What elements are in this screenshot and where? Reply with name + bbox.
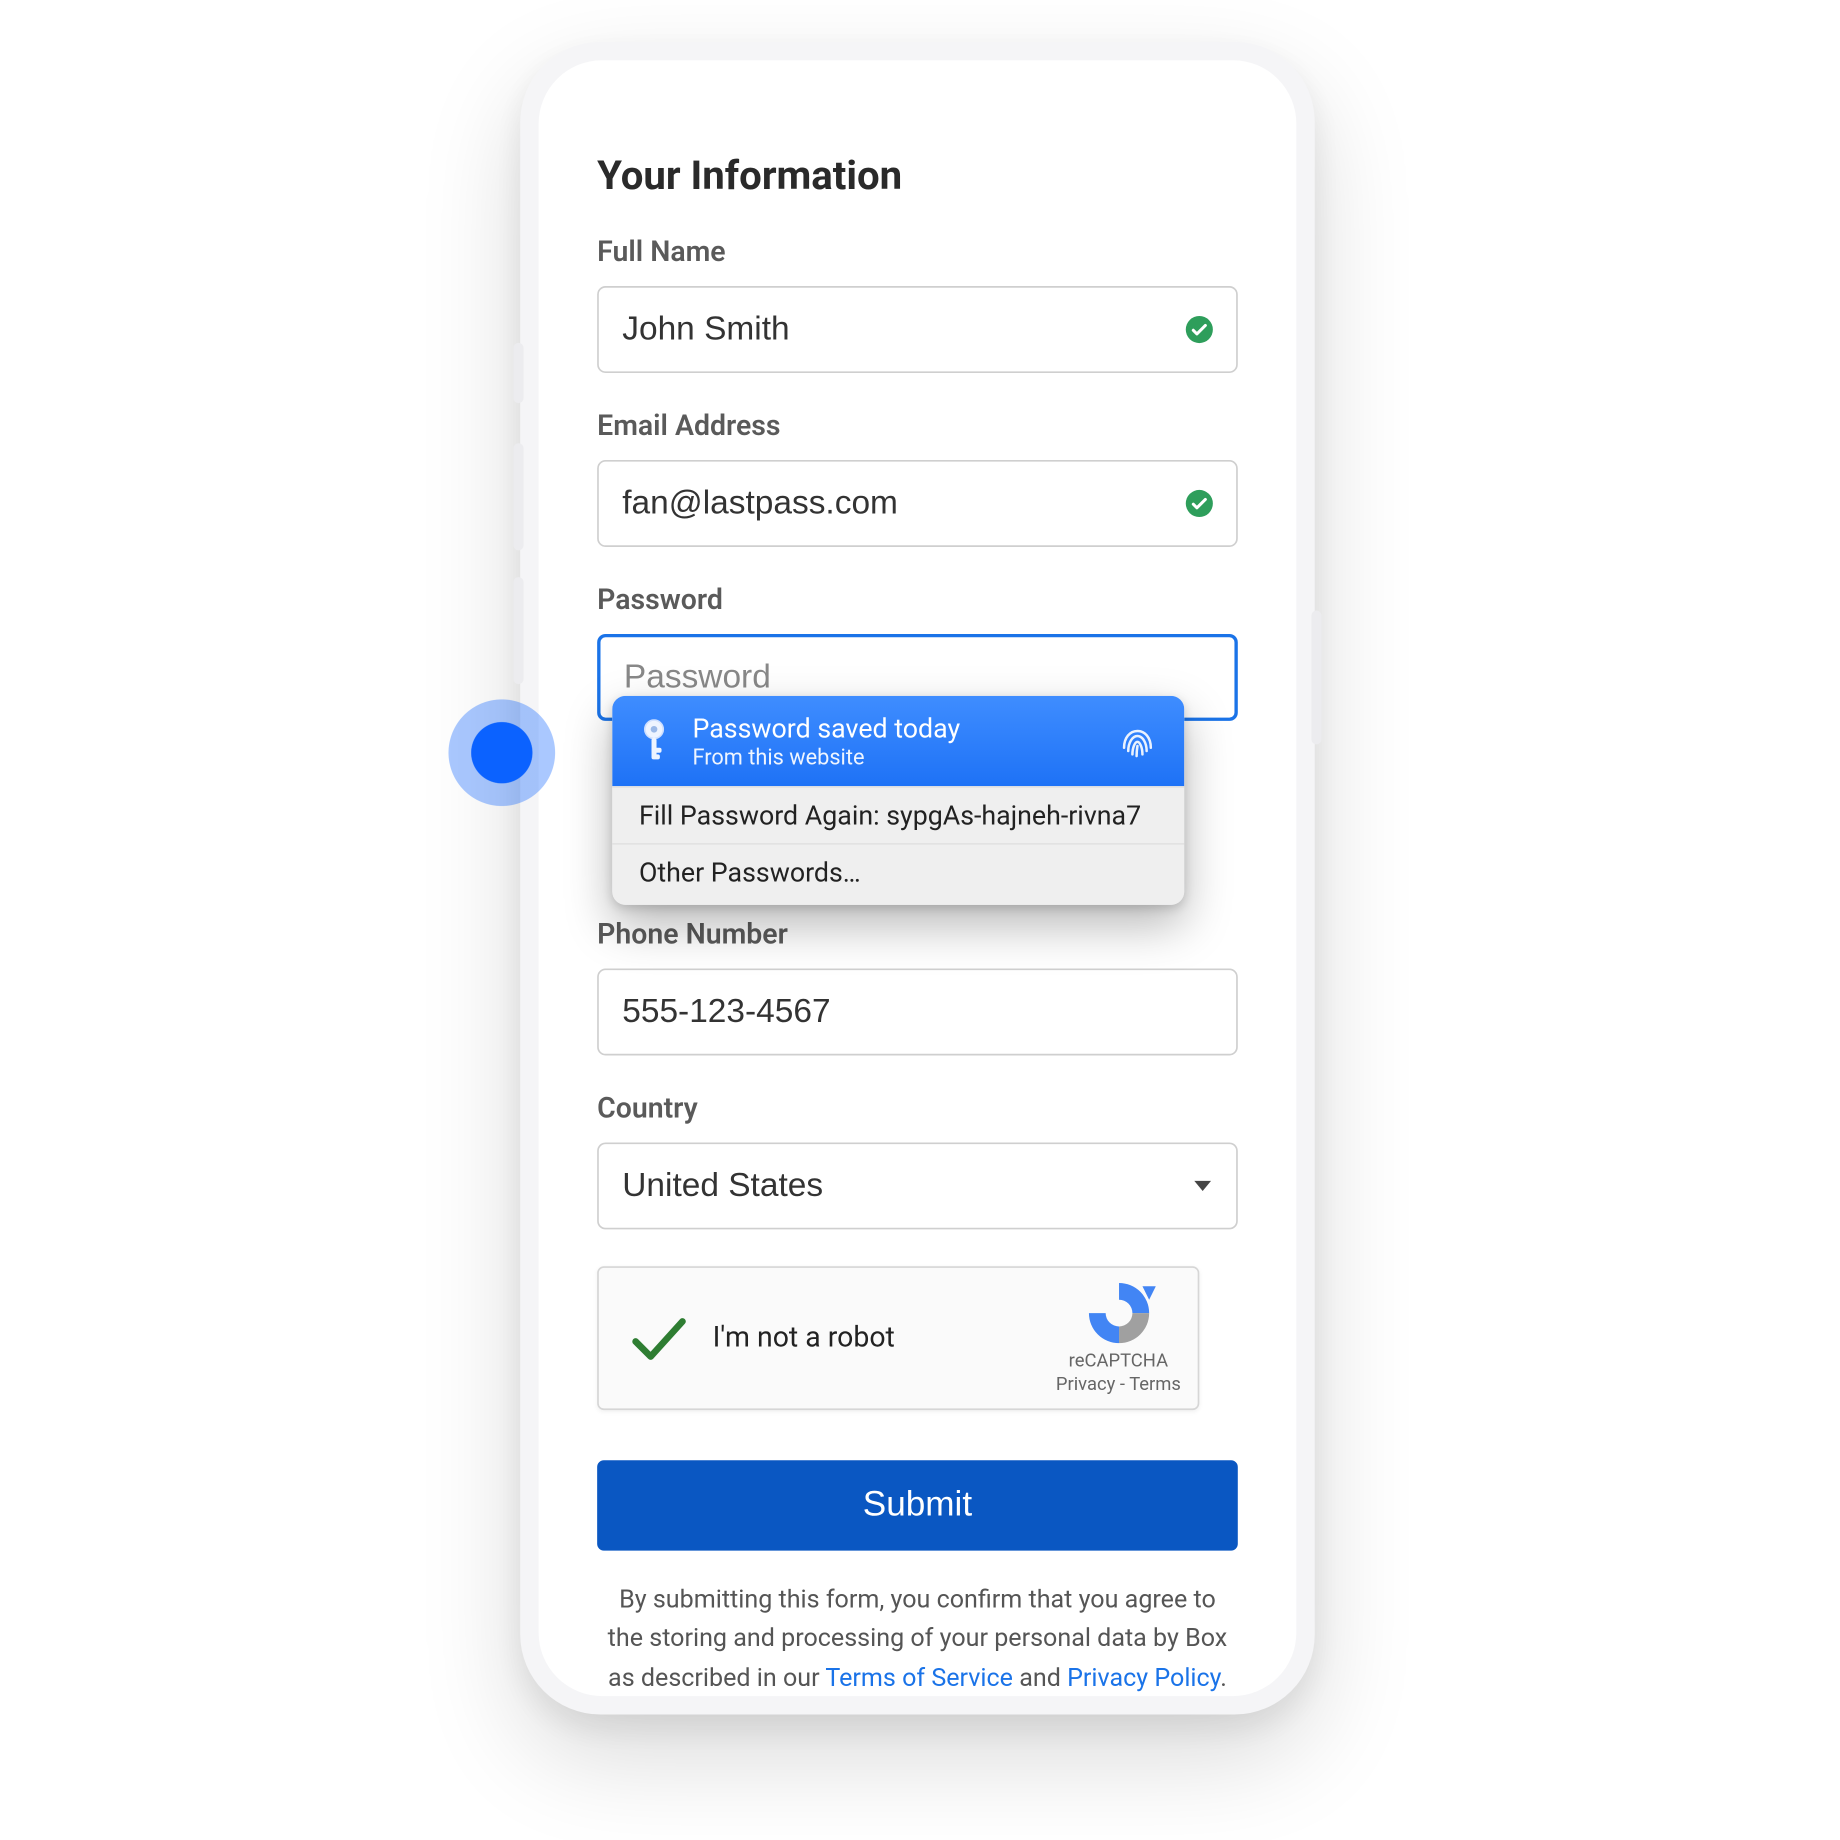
phone-power-button [1311, 611, 1321, 745]
label-country: Country [597, 1092, 1238, 1125]
autofill-primary-title: Password saved today [692, 712, 960, 744]
submit-button[interactable]: Submit [597, 1460, 1238, 1550]
disclaimer-dot: . [1220, 1662, 1227, 1692]
field-email: Email Address [597, 410, 1238, 547]
valid-check-icon [1184, 488, 1214, 518]
recaptcha-privacy-link[interactable]: Privacy [1056, 1373, 1115, 1395]
label-password: Password [597, 584, 1238, 617]
field-country: Country United States [597, 1092, 1238, 1229]
checkmark-icon [626, 1305, 693, 1372]
dash-sep: - [1115, 1373, 1129, 1395]
recaptcha-widget[interactable]: I'm not a robot reCAPTCHA Privacy - Term… [597, 1266, 1199, 1410]
tos-link[interactable]: Terms of Service [825, 1662, 1013, 1692]
password-autofill-dropdown: Password saved today From this website F… [612, 696, 1184, 905]
autofill-primary-suggestion[interactable]: Password saved today From this website [612, 696, 1184, 786]
tap-indicator-icon [448, 699, 555, 806]
label-phone: Phone Number [597, 918, 1238, 951]
chevron-down-icon [1194, 1181, 1211, 1191]
recaptcha-terms-link[interactable]: Terms [1129, 1373, 1181, 1395]
label-full-name: Full Name [597, 236, 1238, 269]
disclaimer-and: and [1013, 1662, 1067, 1692]
page-title: Your Information [597, 152, 1238, 199]
disclaimer: By submitting this form, you confirm tha… [597, 1581, 1238, 1696]
recaptcha-label: I'm not a robot [713, 1321, 1056, 1354]
fingerprint-icon[interactable] [1114, 718, 1161, 765]
label-email: Email Address [597, 410, 1238, 443]
field-phone: Phone Number [597, 918, 1238, 1055]
recaptcha-brand: reCAPTCHA [1056, 1349, 1181, 1373]
autofill-row-other-passwords[interactable]: Other Passwords… [612, 843, 1184, 905]
email-input[interactable] [597, 460, 1238, 547]
privacy-link[interactable]: Privacy Policy [1067, 1662, 1220, 1692]
autofill-row-fill-again[interactable]: Fill Password Again: sypgAs-hajneh-rivna… [612, 786, 1184, 843]
valid-check-icon [1184, 314, 1214, 344]
phone-side-button [514, 343, 524, 403]
country-select[interactable]: United States [597, 1142, 1238, 1229]
key-icon [636, 719, 673, 762]
full-name-input[interactable] [597, 286, 1238, 373]
phone-input[interactable] [597, 968, 1238, 1055]
phone-volume-up [514, 443, 524, 550]
field-full-name: Full Name [597, 236, 1238, 373]
autofill-primary-subtitle: From this website [692, 745, 960, 770]
recaptcha-logo-icon [1082, 1279, 1156, 1346]
recaptcha-badge: reCAPTCHA Privacy - Terms [1056, 1279, 1181, 1397]
phone-volume-down [514, 577, 524, 684]
